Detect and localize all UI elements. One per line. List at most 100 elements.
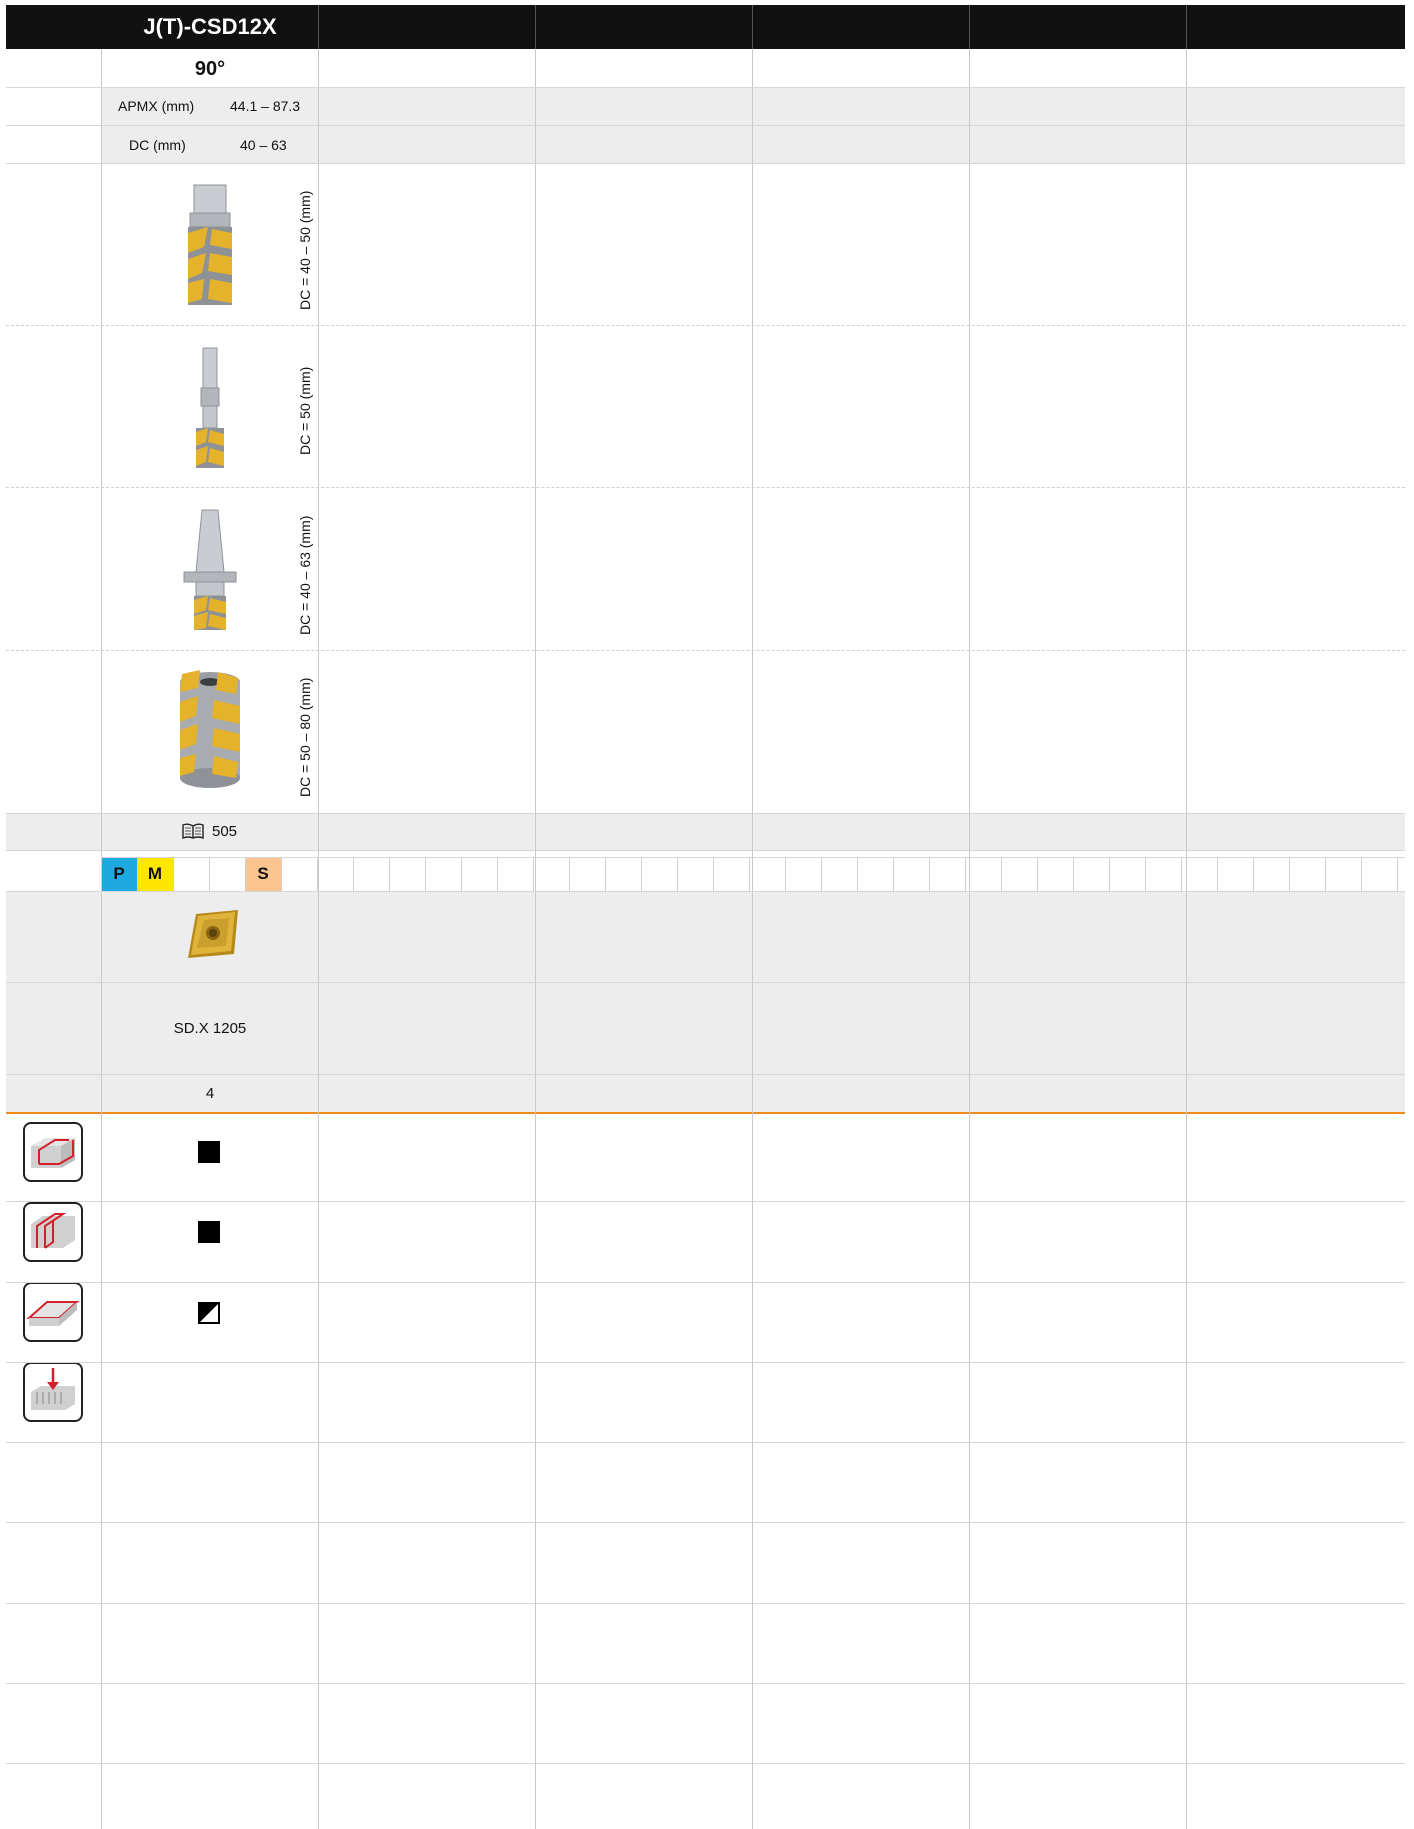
long-shank-end-mill-icon	[190, 346, 230, 471]
material-cell-divider	[605, 857, 606, 891]
material-cell-divider	[857, 857, 858, 891]
row-divider	[6, 1282, 1405, 1283]
material-cell-divider	[1181, 857, 1182, 891]
taper-shank-end-mill-icon	[180, 508, 240, 633]
row-divider	[6, 891, 1405, 892]
square-insert-icon	[182, 906, 242, 966]
end-mill-weldon-shank-icon	[180, 183, 240, 308]
header-divider	[535, 5, 536, 49]
column-divider	[969, 49, 970, 1829]
spec-apmx-label: APMX (mm)	[118, 98, 195, 114]
column-divider	[752, 49, 753, 1829]
row-divider	[6, 1362, 1405, 1363]
material-cell-divider	[461, 857, 462, 891]
header-divider	[969, 5, 970, 49]
material-cell-divider	[1001, 857, 1002, 891]
product-title: J(T)-CSD12X	[143, 14, 277, 39]
material-cell-divider	[317, 857, 318, 891]
header-divider	[318, 5, 319, 49]
holder-4-dc-label: DC = 50 – 80 (mm)	[297, 677, 313, 797]
suitability-full-mark	[198, 1221, 220, 1243]
material-cell-divider	[1325, 857, 1326, 891]
holder-3-dc-label: DC = 40 – 63 (mm)	[297, 515, 313, 635]
material-cell-divider	[1361, 857, 1362, 891]
row-divider	[6, 1074, 1405, 1075]
spec-dc-value: 40 – 63	[240, 137, 287, 153]
material-cell-divider	[965, 857, 966, 891]
material-cell-divider	[137, 857, 138, 891]
row-divider	[6, 87, 1405, 88]
material-cell-divider	[713, 857, 714, 891]
material-cell-divider	[497, 857, 498, 891]
column-divider	[535, 49, 536, 1829]
suitability-full-mark	[198, 1141, 220, 1163]
column-divider	[1186, 49, 1187, 1829]
spec-row-dc	[101, 126, 1405, 163]
material-cell-divider	[1397, 857, 1398, 891]
column-divider	[318, 49, 319, 1829]
material-cell-divider	[785, 857, 786, 891]
material-cell-divider	[749, 857, 750, 891]
material-cell-divider	[1109, 857, 1110, 891]
header-divider	[1186, 5, 1187, 49]
material-cell-divider	[929, 857, 930, 891]
material-cell-divider	[101, 857, 102, 891]
material-n	[209, 857, 245, 891]
material-cell-divider	[173, 857, 174, 891]
material-cell-divider	[677, 857, 678, 891]
material-m: M	[137, 857, 173, 891]
row-divider	[6, 1522, 1405, 1523]
holder-2-dc-label: DC = 50 (mm)	[297, 366, 313, 455]
row-divider	[6, 1603, 1405, 1604]
material-cell-divider	[641, 857, 642, 891]
material-cell-divider	[1037, 857, 1038, 891]
column-divider	[101, 49, 102, 1829]
approach-angle: 90°	[194, 58, 226, 80]
material-cell-divider	[209, 857, 210, 891]
row-divider	[6, 982, 1405, 983]
face-milling-icon	[23, 1282, 83, 1342]
row-divider	[6, 125, 1405, 126]
header-divider	[752, 5, 753, 49]
material-cell-divider	[1289, 857, 1290, 891]
material-cell-divider	[1217, 857, 1218, 891]
material-cell-divider	[533, 857, 534, 891]
material-cell-divider	[245, 857, 246, 891]
plunge-milling-icon	[23, 1362, 83, 1422]
material-cell-divider	[425, 857, 426, 891]
material-cell-divider	[1253, 857, 1254, 891]
material-cell-divider	[821, 857, 822, 891]
material-cell-divider	[893, 857, 894, 891]
row-divider	[6, 850, 1405, 851]
book-icon	[182, 823, 204, 840]
material-p: P	[101, 857, 137, 891]
spec-dc-label: DC (mm)	[129, 137, 186, 153]
row-divider	[6, 1201, 1405, 1202]
row-divider-dashed	[6, 650, 1405, 651]
material-cell-divider	[389, 857, 390, 891]
row-divider	[6, 813, 1405, 814]
insert-count: 4	[205, 1085, 215, 1102]
material-cell-divider	[1145, 857, 1146, 891]
row-divider	[6, 1683, 1405, 1684]
row-divider	[6, 163, 1405, 164]
material-cell-divider	[281, 857, 282, 891]
shell-mill-icon	[170, 668, 250, 793]
material-row-top	[101, 857, 1405, 858]
row-divider-dashed	[6, 487, 1405, 488]
spec-apmx-value: 44.1 – 87.3	[230, 98, 301, 114]
material-s: S	[245, 857, 281, 891]
row-divider-dashed	[6, 325, 1405, 326]
material-cell-divider	[353, 857, 354, 891]
shoulder-milling-icon	[23, 1122, 83, 1182]
suitability-partial-mark	[198, 1302, 220, 1324]
material-k	[173, 857, 209, 891]
material-cell-divider	[569, 857, 570, 891]
material-cell-divider	[1073, 857, 1074, 891]
row-divider	[6, 1442, 1405, 1443]
row-divider	[6, 1763, 1405, 1764]
section-separator	[6, 1112, 1405, 1114]
page-ref-number: 505	[212, 823, 238, 840]
holder-1-dc-label: DC = 40 – 50 (mm)	[297, 190, 313, 310]
slot-milling-icon	[23, 1202, 83, 1262]
